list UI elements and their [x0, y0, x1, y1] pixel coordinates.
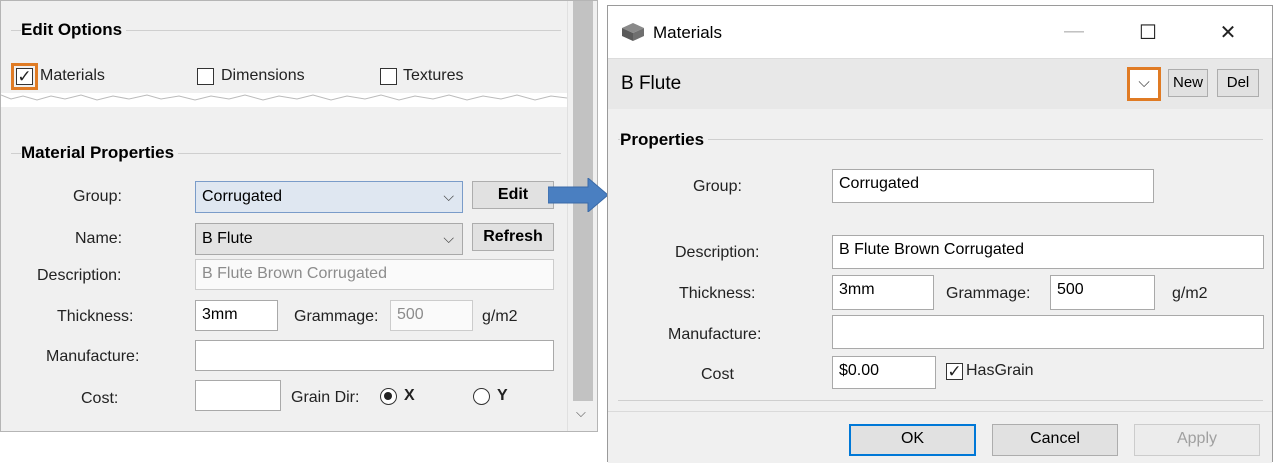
material-toolbar: B Flute ⌵ New Del: [608, 58, 1272, 109]
material-properties-title: Material Properties: [21, 143, 179, 163]
grammage-label: Grammage:: [946, 285, 1031, 302]
vertical-scrollbar[interactable]: ⌵: [567, 1, 597, 431]
has-grain-label: HasGrain: [966, 362, 1034, 379]
group-field[interactable]: Corrugated: [832, 169, 1154, 203]
manufacture-field[interactable]: [195, 340, 554, 371]
manufacture-label: Manufacture:: [668, 326, 762, 343]
manufacture-label: Manufacture:: [46, 348, 140, 365]
ok-button[interactable]: OK: [849, 424, 976, 456]
maximize-button[interactable]: ☐: [1128, 20, 1168, 45]
thickness-field[interactable]: 3mm: [195, 300, 278, 331]
grammage-field[interactable]: 500: [1050, 275, 1155, 310]
scroll-down-icon[interactable]: ⌵: [576, 405, 586, 421]
close-button[interactable]: ✕: [1208, 20, 1248, 45]
thickness-label: Thickness:: [57, 308, 134, 325]
name-select-value: B Flute: [202, 230, 253, 247]
description-field[interactable]: B Flute Brown Corrugated: [195, 259, 554, 290]
dialog-footer: OK Cancel Apply: [608, 411, 1272, 463]
del-button[interactable]: Del: [1217, 69, 1259, 97]
edit-options-title: Edit Options: [21, 20, 127, 40]
description-label: Description:: [675, 244, 760, 261]
textures-option-label: Textures: [403, 67, 464, 84]
check-icon: ✓: [947, 362, 962, 381]
grammage-label: Grammage:: [294, 308, 379, 325]
grammage-field[interactable]: 500: [390, 300, 473, 331]
group-label: Group:: [73, 188, 122, 205]
dimensions-checkbox[interactable]: [197, 68, 214, 85]
group-select[interactable]: Corrugated ⌵: [195, 181, 463, 213]
description-field[interactable]: B Flute Brown Corrugated: [832, 235, 1264, 269]
chevron-down-icon: ⌵: [443, 230, 454, 246]
cost-label: Cost: [701, 366, 734, 383]
properties-bottom-divider: [618, 400, 1263, 401]
arrow-icon: [548, 178, 609, 212]
grain-y-label: Y: [497, 387, 508, 404]
group-label: Group:: [693, 178, 742, 195]
torn-edge: [1, 93, 568, 107]
grammage-unit: g/m2: [482, 308, 518, 325]
material-select-value[interactable]: B Flute: [621, 73, 681, 95]
has-grain-checkbox[interactable]: ✓: [946, 363, 963, 380]
cost-field[interactable]: [195, 380, 281, 411]
materials-checkbox[interactable]: ✓: [16, 68, 33, 85]
material-dropdown-button[interactable]: ⌵: [1127, 67, 1161, 101]
cost-field[interactable]: $0.00: [832, 356, 936, 389]
grain-dir-label: Grain Dir:: [291, 389, 360, 406]
group-select-value: Corrugated: [202, 188, 283, 205]
thickness-label: Thickness:: [679, 285, 756, 302]
cost-label: Cost:: [81, 390, 119, 407]
materials-option-label: Materials: [40, 67, 105, 84]
thickness-field[interactable]: 3mm: [832, 275, 934, 310]
name-label: Name:: [75, 230, 123, 247]
dimensions-option-label: Dimensions: [221, 67, 305, 84]
properties-divider: [618, 139, 1263, 140]
grain-x-radio[interactable]: [380, 388, 397, 405]
properties-title: Properties: [620, 130, 709, 150]
description-label: Description:: [37, 267, 122, 284]
chevron-down-icon: ⌵: [443, 188, 454, 204]
manufacture-field[interactable]: [832, 315, 1264, 349]
new-button[interactable]: New: [1168, 69, 1208, 97]
title-bar: Materials — ☐ ✕: [608, 6, 1272, 58]
materials-dialog: Materials — ☐ ✕ B Flute ⌵ New Del Proper…: [607, 5, 1273, 463]
minimize-button[interactable]: —: [1054, 20, 1094, 43]
apply-button[interactable]: Apply: [1134, 424, 1260, 456]
name-select[interactable]: B Flute ⌵: [195, 223, 463, 255]
dialog-title: Materials: [653, 23, 722, 42]
refresh-button[interactable]: Refresh: [472, 223, 554, 251]
grain-y-radio[interactable]: [473, 388, 490, 405]
cancel-button[interactable]: Cancel: [992, 424, 1118, 456]
edit-button[interactable]: Edit: [472, 181, 554, 209]
grain-x-label: X: [404, 387, 415, 404]
stack-icon: [622, 23, 644, 41]
check-icon: ✓: [17, 67, 32, 86]
chevron-down-icon: ⌵: [1138, 74, 1150, 91]
grammage-unit: g/m2: [1172, 285, 1208, 302]
textures-checkbox[interactable]: [380, 68, 397, 85]
left-panel: Edit Options ✓ Materials Dimensions Text…: [0, 0, 598, 432]
